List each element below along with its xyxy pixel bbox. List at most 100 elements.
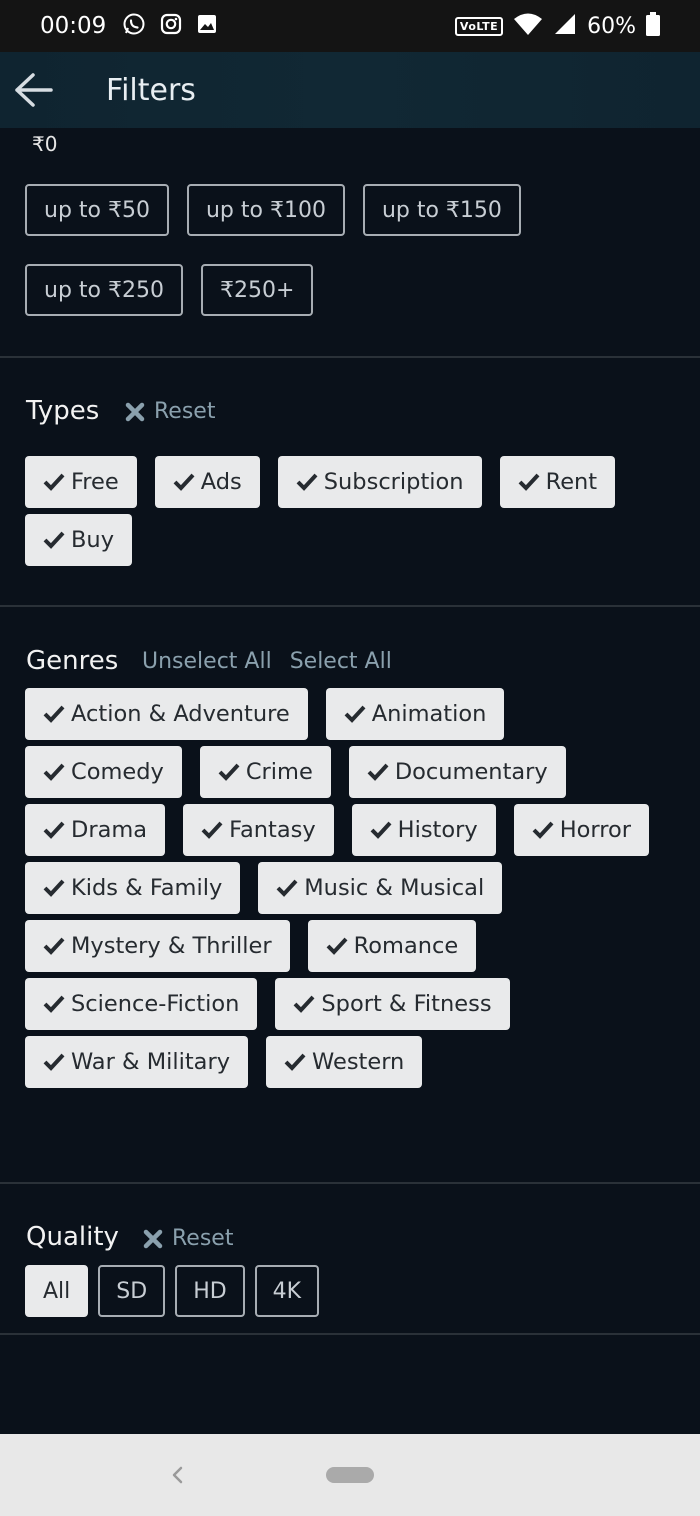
check-icon <box>43 879 65 897</box>
chip-label: Crime <box>245 759 313 785</box>
genre-chip[interactable]: Drama <box>25 804 166 856</box>
divider <box>0 1182 700 1184</box>
chip-label: Subscription <box>323 469 464 495</box>
chip-label: Music & Musical <box>304 875 485 901</box>
genre-chip[interactable]: Comedy <box>25 746 182 798</box>
chip-label: Drama <box>71 817 148 843</box>
genre-chip[interactable]: Music & Musical <box>258 862 503 914</box>
chip-label: Mystery & Thriller <box>71 933 272 959</box>
genre-chip[interactable]: War & Military <box>25 1036 249 1088</box>
check-icon <box>518 473 540 491</box>
chip-label: Rent <box>545 469 598 495</box>
check-icon <box>43 763 65 781</box>
check-icon <box>276 879 298 897</box>
chip-label: Horror <box>559 817 632 843</box>
gallery-icon <box>196 13 218 39</box>
quality-option-sd[interactable]: SD <box>98 1265 166 1317</box>
check-icon <box>43 473 65 491</box>
genre-chip[interactable]: Action & Adventure <box>25 688 308 740</box>
quality-title: Quality <box>26 1222 119 1252</box>
check-icon <box>218 763 240 781</box>
types-reset-label: Reset <box>154 399 216 424</box>
check-icon <box>43 705 65 723</box>
price-current-value: ₹0 <box>32 132 58 156</box>
types-title: Types <box>26 396 100 426</box>
price-option-150[interactable]: up to ₹150 <box>362 184 521 236</box>
unselect-all-link[interactable]: Unselect All <box>142 649 272 674</box>
check-icon <box>173 473 195 491</box>
price-options-row-1: up to ₹50 up to ₹100 up to ₹150 <box>25 184 521 236</box>
genre-chip[interactable]: Horror <box>513 804 650 856</box>
wifi-icon <box>513 12 543 40</box>
signal-icon <box>553 12 577 40</box>
check-icon <box>43 821 65 839</box>
chip-label: Documentary <box>394 759 548 785</box>
genre-chip[interactable]: Documentary <box>348 746 566 798</box>
app-bar: Filters <box>0 52 700 128</box>
chip-label: War & Military <box>71 1049 231 1075</box>
quality-options: All SD HD 4K <box>25 1265 320 1317</box>
quality-option-4k[interactable]: 4K <box>254 1265 320 1317</box>
close-icon <box>125 402 145 421</box>
price-option-50[interactable]: up to ₹50 <box>25 184 169 236</box>
price-option-250-plus[interactable]: ₹250+ <box>200 264 314 316</box>
check-icon <box>43 531 65 549</box>
page-title: Filters <box>106 72 196 108</box>
chip-label: History <box>397 817 478 843</box>
genres-title: Genres <box>26 646 119 676</box>
chip-label: Buy <box>71 527 115 553</box>
nav-home-pill[interactable] <box>326 1467 374 1483</box>
price-option-250[interactable]: up to ₹250 <box>25 264 183 316</box>
genre-chip[interactable]: Fantasy <box>183 804 334 856</box>
type-chip-ads[interactable]: Ads <box>154 456 260 508</box>
genre-chip[interactable]: Animation <box>325 688 505 740</box>
genre-chip[interactable]: Mystery & Thriller <box>25 920 290 972</box>
chip-label: Fantasy <box>229 817 316 843</box>
status-time: 00:09 <box>40 13 107 39</box>
quality-option-all[interactable]: All <box>25 1265 89 1317</box>
check-icon <box>43 1053 65 1071</box>
chip-label: Free <box>71 469 119 495</box>
check-icon <box>293 995 315 1013</box>
genres-chips: Action & Adventure Animation Comedy Crime Do… <box>25 688 675 1088</box>
types-chips: Free Ads Subscription Rent Buy <box>25 456 675 566</box>
check-icon <box>284 1053 306 1071</box>
select-all-link[interactable]: Select All <box>290 649 392 674</box>
check-icon <box>326 937 348 955</box>
chip-label: Sport & Fitness <box>321 991 492 1017</box>
instagram-icon <box>160 13 182 39</box>
system-nav-bar <box>0 1434 700 1516</box>
quality-reset-button[interactable]: Reset <box>142 1226 233 1251</box>
genre-chip[interactable]: Kids & Family <box>25 862 241 914</box>
type-chip-buy[interactable]: Buy <box>25 514 133 566</box>
chip-label: Western <box>312 1049 405 1075</box>
check-icon <box>532 821 554 839</box>
check-icon <box>370 821 392 839</box>
type-chip-subscription[interactable]: Subscription <box>277 456 482 508</box>
chip-label: Ads <box>200 469 242 495</box>
genre-chip[interactable]: Sport & Fitness <box>275 978 510 1030</box>
chip-label: Action & Adventure <box>71 701 290 727</box>
genre-chip[interactable]: Science-Fiction <box>25 978 258 1030</box>
genre-chip[interactable]: History <box>351 804 496 856</box>
battery-icon <box>646 12 660 40</box>
price-option-100[interactable]: up to ₹100 <box>186 184 345 236</box>
close-icon <box>143 1229 163 1248</box>
quality-option-hd[interactable]: HD <box>175 1265 245 1317</box>
whatsapp-icon <box>122 12 146 40</box>
type-chip-free[interactable]: Free <box>25 456 137 508</box>
check-icon <box>201 821 223 839</box>
back-button[interactable] <box>12 69 54 111</box>
volte-badge: VoLTE <box>454 16 504 36</box>
types-actions: Reset <box>124 399 215 424</box>
chip-label: Comedy <box>71 759 164 785</box>
types-reset-button[interactable]: Reset <box>124 399 215 424</box>
genre-chip[interactable]: Romance <box>307 920 477 972</box>
nav-back-icon[interactable] <box>168 1462 188 1488</box>
divider <box>0 605 700 607</box>
status-bar: 00:09 VoLTE 60% <box>0 0 700 52</box>
genre-chip[interactable]: Western <box>266 1036 423 1088</box>
quality-reset-label: Reset <box>172 1226 234 1251</box>
type-chip-rent[interactable]: Rent <box>499 456 616 508</box>
genre-chip[interactable]: Crime <box>199 746 331 798</box>
